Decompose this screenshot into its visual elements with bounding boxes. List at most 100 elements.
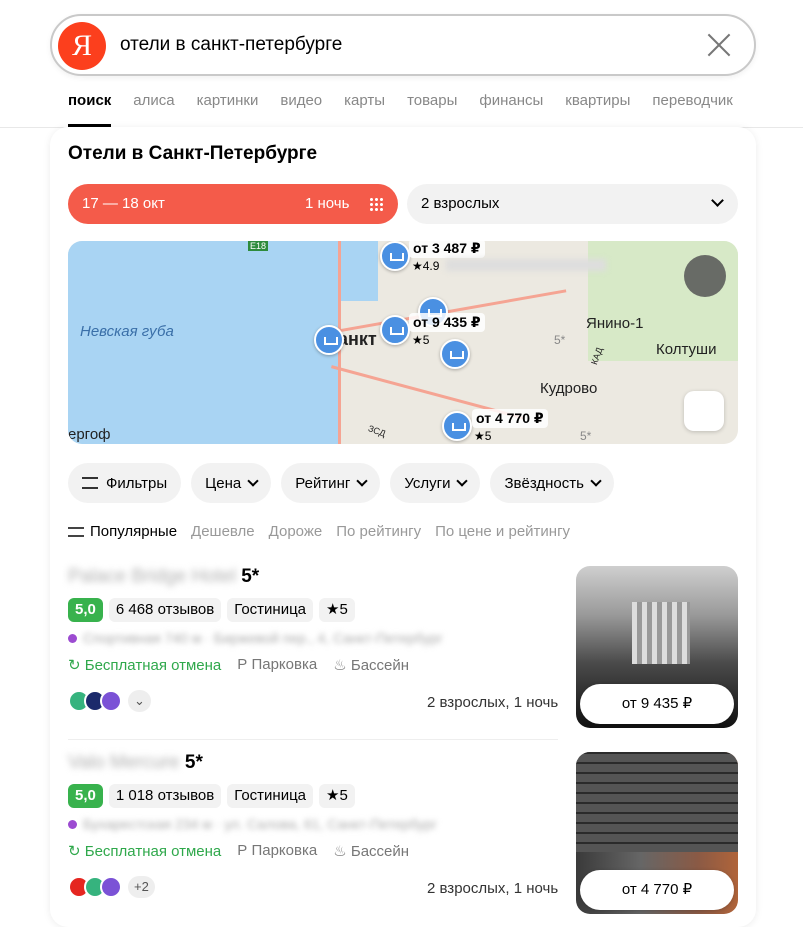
photo-detail [632, 602, 690, 664]
tab-video[interactable]: видео [280, 92, 322, 109]
tab-products[interactable]: товары [407, 92, 457, 109]
services-filter-label: Услуги [404, 474, 451, 492]
free-cancel: ↻ Бесплатная отмена [68, 657, 222, 674]
hotel-pin[interactable] [380, 315, 410, 345]
hotel-type: Гостиница [227, 784, 314, 808]
sort-rating[interactable]: По рейтингу [336, 523, 421, 540]
hotels-map[interactable]: Невская губа ергоф анкт Янино-1 Колтуши … [68, 241, 738, 444]
tab-images[interactable]: картинки [197, 92, 259, 109]
pin-price: от 9 435 ₽ [409, 313, 485, 332]
sort-price-rating[interactable]: По цене и рейтингу [435, 523, 570, 540]
filters-button[interactable]: Фильтры [68, 463, 182, 503]
price-button[interactable]: от 4 770 ₽ [580, 870, 734, 910]
expand-map-icon[interactable] [684, 255, 726, 297]
reviews-count[interactable]: 1 018 отзывов [108, 784, 222, 808]
tab-apartments[interactable]: квартиры [565, 92, 630, 109]
pool: ♨ Бассейн [333, 843, 410, 860]
map-label-koltushi: Колтуши [656, 341, 717, 358]
free-cancel-label: Бесплатная отмена [84, 843, 222, 860]
pool-label: Бассейн [350, 843, 410, 860]
providers[interactable]: +2 [68, 876, 155, 898]
tab-finance[interactable]: финансы [479, 92, 543, 109]
hotel-pin[interactable] [314, 325, 344, 355]
tab-search[interactable]: поиск [68, 92, 112, 127]
star-chip: ★5 [319, 598, 355, 622]
location-arrow-icon[interactable] [684, 391, 724, 431]
rating-badge: 5,0 [68, 784, 103, 808]
stars-filter-label: Звёздность [504, 474, 584, 492]
search-box[interactable]: Я отели в санкт-петербурге [50, 14, 756, 76]
amenities: ↻ Бесплатная отмена Р Парковка ♨ Бассейн [68, 656, 409, 674]
pin-name-blurred [446, 259, 606, 271]
pool-label: Бассейн [350, 657, 410, 674]
hotel-card[interactable]: Valo Mercure 5* 5,0 1 018 отзывов Гостин… [68, 752, 738, 922]
hotel-photo[interactable]: от 4 770 ₽ [576, 752, 738, 914]
rating-filter-label: Рейтинг [295, 474, 351, 492]
filters-label: Фильтры [106, 474, 168, 492]
chevron-down-icon [247, 475, 259, 487]
chevron-down-icon [711, 194, 724, 207]
dates-label: 17 — 18 окт [82, 195, 165, 212]
nights-label: 1 ночь [305, 195, 350, 212]
metro-icon [68, 820, 77, 829]
sliders-icon [82, 477, 98, 489]
hotels-card: Отели в Санкт-Петербурге 17 — 18 окт 1 н… [50, 127, 756, 927]
hotel-card[interactable]: Palace Bridge Hotel 5* 5,0 6 468 отзывов… [68, 566, 738, 736]
guests-label: 2 взрослых [421, 195, 500, 212]
search-input[interactable]: отели в санкт-петербурге [120, 34, 342, 56]
sort-icon [68, 527, 84, 537]
parking-label: Парковка [251, 842, 318, 859]
provider-icon [100, 876, 122, 898]
amenities: ↻ Бесплатная отмена Р Парковка ♨ Бассейн [68, 842, 409, 860]
hotel-chips: 5,0 6 468 отзывов Гостиница ★5 [68, 598, 355, 622]
hotel-title[interactable]: Valo Mercure 5* [68, 752, 203, 774]
search-tabs: поиск алиса картинки видео карты товары … [68, 92, 733, 127]
hotel-name: Valo Mercure [68, 752, 180, 773]
hotel-name: Palace Bridge Hotel [68, 566, 236, 587]
sort-popular[interactable]: Популярные [68, 523, 177, 540]
yandex-logo[interactable]: Я [58, 22, 106, 70]
hotel-title[interactable]: Palace Bridge Hotel 5* [68, 566, 259, 588]
hotel-pin[interactable] [380, 241, 410, 271]
hotel-type: Гостиница [227, 598, 314, 622]
providers-more[interactable]: +2 [128, 876, 155, 898]
tab-alice[interactable]: алиса [133, 92, 174, 109]
pin-price: от 4 770 ₽ [472, 409, 548, 428]
stars-filter-button[interactable]: Звёздность [490, 463, 614, 503]
tab-translator[interactable]: переводчик [652, 92, 732, 109]
free-cancel: ↻ Бесплатная отмена [68, 843, 222, 860]
provider-icon [100, 690, 122, 712]
providers-more[interactable]: ⌄ [128, 690, 151, 712]
parking-label: Парковка [251, 656, 318, 673]
pin-rating: ★5 [474, 429, 492, 443]
pin-price: от 3 487 ₽ [409, 241, 485, 258]
search-header: Я отели в санкт-петербурге поиск алиса к… [0, 0, 803, 128]
hotel-pin[interactable] [440, 339, 470, 369]
hotel-stars: 5* [241, 566, 260, 587]
map-label-yanino: Янино-1 [586, 315, 644, 332]
hotel-stars: 5* [184, 752, 203, 773]
parking: Р Парковка [237, 656, 318, 673]
tab-maps[interactable]: карты [344, 92, 385, 109]
star-chip: ★5 [319, 784, 355, 808]
chevron-down-icon [590, 475, 602, 487]
services-filter-button[interactable]: Услуги [390, 463, 481, 503]
guests-selector[interactable]: 2 взрослых [407, 184, 738, 224]
reviews-count[interactable]: 6 468 отзывов [108, 598, 222, 622]
price-filter-button[interactable]: Цена [191, 463, 272, 503]
sort-expensive[interactable]: Дороже [269, 523, 323, 540]
rating-filter-button[interactable]: Рейтинг [281, 463, 381, 503]
rating-badge: 5,0 [68, 598, 103, 622]
address-text: Бухарестская 234 м · ул. Салова, 61, Сан… [83, 816, 438, 832]
divider [68, 739, 558, 740]
sort-popular-label: Популярные [90, 523, 178, 540]
hotel-photo[interactable]: от 9 435 ₽ [576, 566, 738, 728]
clear-icon[interactable] [706, 32, 732, 58]
hotel-pin[interactable] [442, 411, 472, 441]
photo-detail [576, 752, 738, 852]
sort-cheaper[interactable]: Дешевле [191, 523, 255, 540]
providers[interactable]: ⌄ [68, 690, 151, 712]
price-button[interactable]: от 9 435 ₽ [580, 684, 734, 724]
dates-selector[interactable]: 17 — 18 окт 1 ночь [68, 184, 398, 224]
guests-nights: 2 взрослых, 1 ночь [427, 694, 559, 711]
